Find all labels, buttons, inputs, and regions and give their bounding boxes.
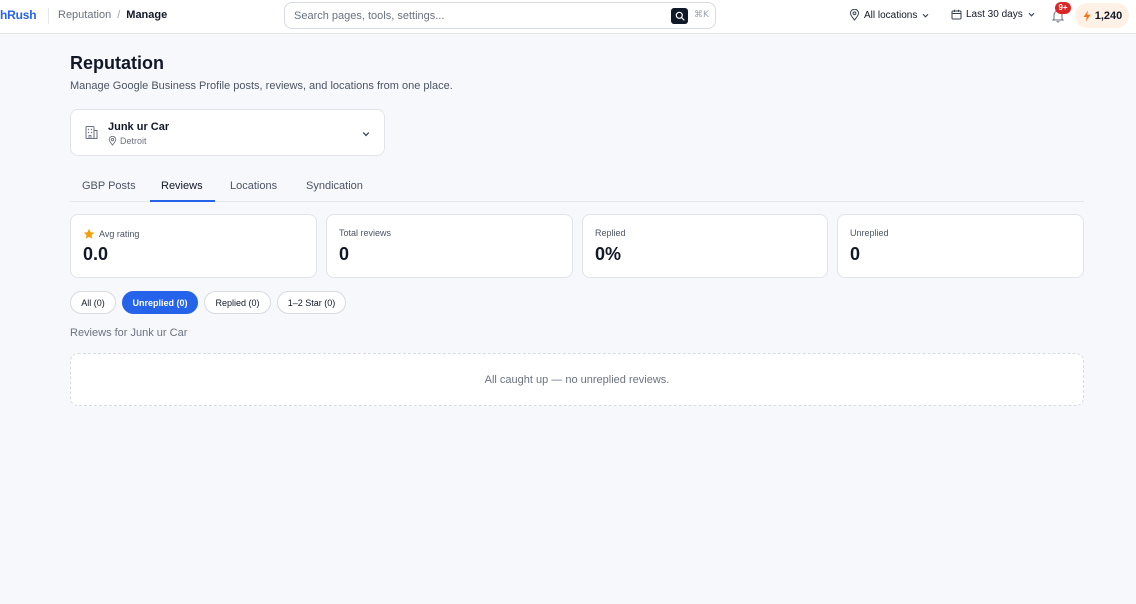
- search-input[interactable]: [294, 8, 654, 24]
- location-name: Junk ur Car: [108, 121, 170, 133]
- brand-logo[interactable]: hRush: [0, 8, 37, 22]
- calendar-icon: [951, 9, 962, 20]
- date-range-dropdown[interactable]: Last 30 days: [951, 9, 1036, 20]
- tab-bar: GBP Posts Reviews Locations Syndication: [70, 170, 1084, 202]
- chevron-down-icon: [922, 13, 929, 18]
- location-city-label: Detroit: [120, 136, 147, 146]
- breadcrumb-manage: Manage: [126, 9, 168, 21]
- credits-badge[interactable]: 1,240: [1075, 3, 1129, 28]
- date-range-label: Last 30 days: [966, 9, 1023, 20]
- stat-value: 0: [339, 244, 350, 264]
- filter-low-star[interactable]: 1–2 Star (0): [277, 291, 346, 314]
- chevron-down-icon: [1028, 12, 1035, 17]
- stat-card-total-reviews: Total reviews 0: [326, 214, 573, 278]
- search-box[interactable]: ⌘K: [284, 2, 716, 29]
- lightning-icon: [1083, 10, 1091, 21]
- filter-all[interactable]: All (0): [70, 291, 116, 314]
- stat-card-avg-rating: Avg rating 0.0: [70, 214, 317, 278]
- tab-locations[interactable]: Locations: [230, 180, 277, 192]
- stat-card-replied: Replied 0%: [582, 214, 828, 278]
- stat-value: 0%: [595, 244, 622, 264]
- stat-label: Replied: [595, 228, 626, 238]
- location-filter-dropdown[interactable]: All locations: [849, 9, 930, 21]
- keyboard-shortcut-hint: ⌘K: [694, 10, 709, 20]
- stat-label-text: Avg rating: [99, 229, 140, 239]
- tab-syndication[interactable]: Syndication: [306, 180, 363, 192]
- map-pin-icon: [849, 9, 860, 21]
- breadcrumb: Reputation / Manage: [58, 9, 167, 21]
- location-filter-label: All locations: [864, 9, 918, 21]
- chevron-down-icon: [362, 132, 370, 137]
- tab-reviews[interactable]: Reviews: [161, 180, 203, 192]
- filter-unreplied[interactable]: Unreplied (0): [122, 291, 198, 314]
- stat-label: Avg rating: [83, 228, 139, 240]
- page-title: Reputation: [70, 53, 164, 73]
- stat-label: Total reviews: [339, 228, 392, 238]
- search-button[interactable]: [671, 8, 688, 24]
- stat-label: Unreplied: [850, 228, 889, 238]
- breadcrumb-reputation[interactable]: Reputation: [58, 9, 111, 21]
- page-subtitle: Manage Google Business Profile posts, re…: [70, 80, 453, 92]
- star-icon: [83, 228, 95, 239]
- empty-state: All caught up — no unreplied reviews.: [70, 353, 1084, 406]
- reviews-section-label: Reviews for Junk ur Car: [70, 327, 188, 339]
- stat-value: 0: [850, 244, 861, 264]
- breadcrumb-separator: /: [117, 9, 121, 21]
- stat-card-unreplied: Unreplied 0: [837, 214, 1084, 278]
- tab-gbp-posts[interactable]: GBP Posts: [82, 180, 136, 192]
- search-icon: [675, 11, 685, 21]
- empty-state-message: All caught up — no unreplied reviews.: [484, 373, 670, 386]
- location-city: Detroit: [108, 136, 147, 146]
- notification-badge: 9+: [1055, 2, 1071, 14]
- credits-count: 1,240: [1094, 9, 1123, 22]
- filter-replied[interactable]: Replied (0): [204, 291, 271, 314]
- active-tab-indicator: [150, 200, 215, 202]
- map-pin-icon: [108, 136, 117, 146]
- stat-value: 0.0: [83, 244, 109, 264]
- top-bar: hRush Reputation / Manage ⌘K All locatio…: [0, 0, 1136, 34]
- header-divider: [48, 8, 49, 24]
- building-icon: [85, 126, 98, 139]
- location-selector[interactable]: Junk ur Car Detroit: [70, 109, 385, 156]
